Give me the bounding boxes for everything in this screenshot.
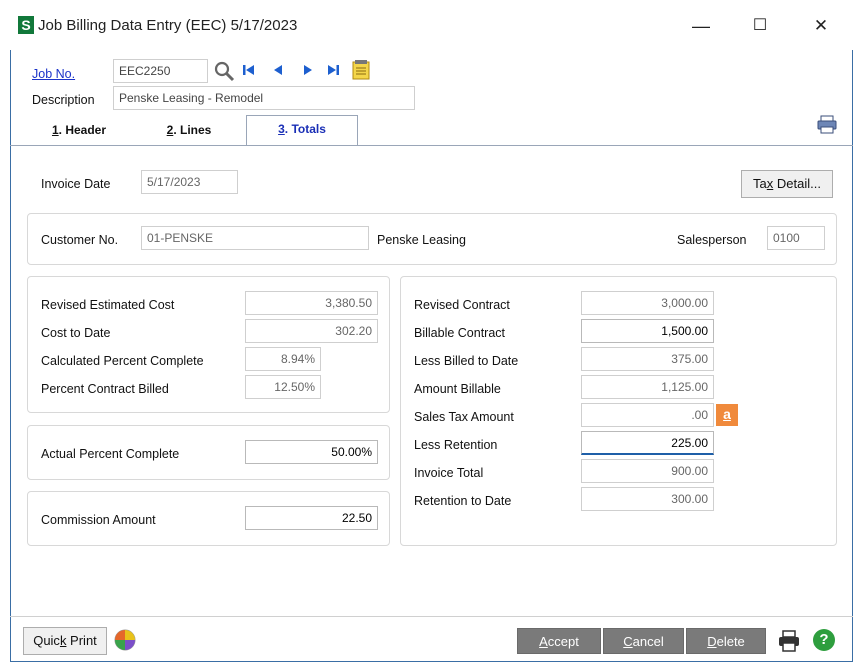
calc-percent-field: 8.94% <box>245 347 321 371</box>
actual-percent-input[interactable]: 50.00% <box>245 440 378 464</box>
maximize-button[interactable]: ☐ <box>745 14 775 38</box>
invoice-date-label: Invoice Date <box>41 177 111 191</box>
printer-settings-icon[interactable] <box>816 115 838 138</box>
amount-billable-field: 1,125.00 <box>581 375 714 399</box>
billable-contract-label: Billable Contract <box>414 326 506 340</box>
billable-contract-input[interactable]: 1,500.00 <box>581 319 714 343</box>
close-button[interactable]: ✕ <box>806 14 836 38</box>
less-retention-input[interactable]: 225.00 <box>581 431 714 455</box>
percent-billed-field: 12.50% <box>245 375 321 399</box>
salesperson-input[interactable]: 0100 <box>767 226 825 250</box>
memo-icon[interactable] <box>352 60 370 83</box>
revised-est-cost-field: 3,380.50 <box>245 291 378 315</box>
retention-to-date-field: 300.00 <box>581 487 714 511</box>
revised-contract-field: 3,000.00 <box>581 291 714 315</box>
tab-totals[interactable]: 3. Totals <box>246 115 358 145</box>
actual-percent-label: Actual Percent Complete <box>41 447 180 461</box>
delete-button[interactable]: Delete <box>686 628 766 654</box>
commission-label: Commission Amount <box>41 513 156 527</box>
quick-print-button[interactable]: Quick Print <box>23 627 107 655</box>
customer-no-label: Customer No. <box>41 233 119 247</box>
sales-tax-label: Sales Tax Amount <box>414 410 514 424</box>
percent-billed-label: Percent Contract Billed <box>41 382 169 396</box>
minimize-button[interactable]: — <box>686 14 716 38</box>
app-logo-icon: S <box>18 16 34 34</box>
less-billed-field: 375.00 <box>581 347 714 371</box>
accept-button[interactable]: Accept <box>517 628 601 654</box>
customer-name: Penske Leasing <box>377 233 466 247</box>
retention-to-date-label: Retention to Date <box>414 494 512 508</box>
description-label: Description <box>32 93 95 107</box>
cost-to-date-label: Cost to Date <box>41 326 111 340</box>
last-record-icon[interactable] <box>326 63 340 80</box>
salesperson-label: Salesperson <box>677 233 747 247</box>
next-record-icon[interactable] <box>302 63 314 80</box>
window-title: Job Billing Data Entry (EEC) 5/17/2023 <box>38 17 298 34</box>
invoice-total-label: Invoice Total <box>414 466 484 480</box>
tax-detail-button[interactable]: Tax Detail... <box>741 170 833 198</box>
cancel-button[interactable]: Cancel <box>603 628 684 654</box>
workflow-icon[interactable] <box>114 629 136 654</box>
job-no-input[interactable]: EEC2250 <box>113 59 208 83</box>
amount-billable-label: Amount Billable <box>414 382 501 396</box>
less-retention-label: Less Retention <box>414 438 498 452</box>
first-record-icon[interactable] <box>242 63 256 80</box>
commission-input[interactable]: 22.50 <box>245 506 378 530</box>
less-billed-label: Less Billed to Date <box>414 354 519 368</box>
tab-strip-divider <box>10 145 853 146</box>
sales-tax-detail-button[interactable]: a <box>716 404 738 426</box>
job-no-link[interactable]: Job No. <box>32 66 75 82</box>
previous-record-icon[interactable] <box>272 63 284 80</box>
cost-to-date-field: 302.20 <box>245 319 378 343</box>
calc-percent-label: Calculated Percent Complete <box>41 354 204 368</box>
tab-lines[interactable]: 2. Lines <box>144 117 234 143</box>
invoice-total-field: 900.00 <box>581 459 714 483</box>
invoice-date-input[interactable]: 5/17/2023 <box>141 170 238 194</box>
customer-no-input[interactable]: 01-PENSKE <box>141 226 369 250</box>
revised-contract-label: Revised Contract <box>414 298 510 312</box>
footer-divider <box>10 616 853 617</box>
help-icon[interactable]: ? <box>813 629 835 651</box>
search-icon[interactable] <box>213 60 235 82</box>
sales-tax-field: .00 <box>581 403 714 427</box>
revised-est-cost-label: Revised Estimated Cost <box>41 298 175 312</box>
tab-header[interactable]: 1. Header <box>34 117 124 143</box>
print-icon[interactable] <box>778 630 800 655</box>
description-input[interactable]: Penske Leasing - Remodel <box>113 86 415 110</box>
